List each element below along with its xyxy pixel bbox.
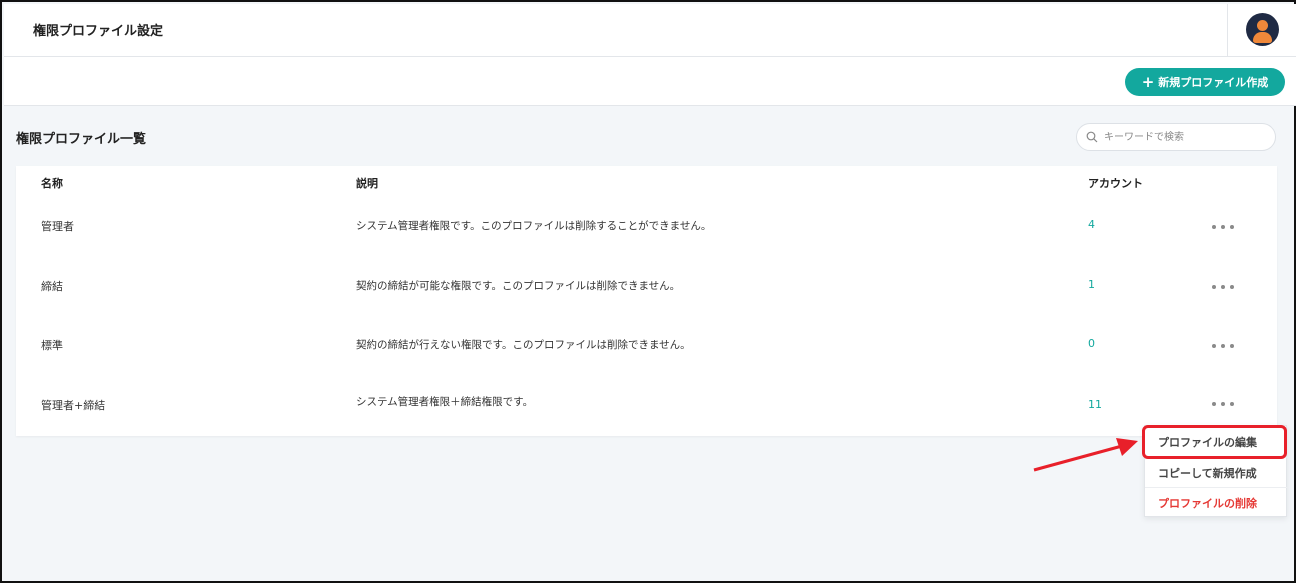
menu-item-copy-new[interactable]: コピーして新規作成 <box>1145 457 1288 487</box>
more-options-icon[interactable] <box>1212 281 1234 293</box>
table-row[interactable]: 標準 契約の締結が行えない権限です。このプロファイルは削除できません。 0 <box>16 337 1277 357</box>
row-account-count[interactable]: 11 <box>1088 398 1102 411</box>
more-options-icon[interactable] <box>1212 221 1234 233</box>
table-row[interactable]: 管理者 システム管理者権限です。このプロファイルは削除することができません。 4 <box>16 218 1277 238</box>
row-description: システム管理者権限＋締結権限です。 <box>356 396 534 408</box>
row-account-count[interactable]: 4 <box>1088 218 1095 231</box>
avatar-head <box>1257 20 1268 31</box>
more-options-icon[interactable] <box>1212 340 1234 352</box>
row-name: 管理者+締結 <box>41 399 106 412</box>
row-name: 締結 <box>41 280 63 293</box>
table-row[interactable]: 締結 契約の締結が可能な権限です。このプロファイルは削除できません。 1 <box>16 278 1277 298</box>
row-account-count[interactable]: 0 <box>1088 337 1095 350</box>
row-description: 契約の締結が行えない権限です。このプロファイルは削除できません。 <box>356 339 691 351</box>
row-account-count[interactable]: 1 <box>1088 278 1095 291</box>
highlight-box <box>1142 425 1287 459</box>
menu-item-delete-profile[interactable]: プロファイルの削除 <box>1145 487 1288 517</box>
section-title: 権限プロファイル一覧 <box>16 132 147 147</box>
search-box[interactable] <box>1076 123 1276 151</box>
new-profile-label: 新規プロファイル作成 <box>1158 76 1269 89</box>
column-header-description: 説明 <box>356 177 378 190</box>
new-profile-button[interactable]: + 新規プロファイル作成 <box>1125 68 1285 96</box>
pointer-arrow-icon <box>1033 438 1138 472</box>
row-description: 契約の締結が可能な権限です。このプロファイルは削除できません。 <box>356 280 681 292</box>
profile-table: 名称 説明 アカウント 管理者 システム管理者権限です。このプロファイルは削除す… <box>16 166 1277 436</box>
row-name: 標準 <box>41 339 63 352</box>
top-header: 権限プロファイル設定 <box>4 4 1296 57</box>
row-name: 管理者 <box>41 220 74 233</box>
search-icon <box>1086 131 1098 143</box>
table-row[interactable]: 管理者+締結 システム管理者権限＋締結権限です。 11 <box>16 396 1277 416</box>
more-options-icon[interactable] <box>1212 398 1234 410</box>
plus-icon: + <box>1141 72 1155 91</box>
row-description: システム管理者権限です。このプロファイルは削除することができません。 <box>356 220 712 232</box>
search-input[interactable] <box>1104 128 1269 146</box>
action-bar: + 新規プロファイル作成 <box>4 57 1296 106</box>
column-header-name: 名称 <box>41 177 63 190</box>
column-header-accounts: アカウント <box>1088 177 1143 190</box>
header-divider <box>1227 4 1228 57</box>
page-title: 権限プロファイル設定 <box>33 24 164 39</box>
avatar-body <box>1253 32 1272 43</box>
user-avatar-icon[interactable] <box>1246 13 1279 46</box>
